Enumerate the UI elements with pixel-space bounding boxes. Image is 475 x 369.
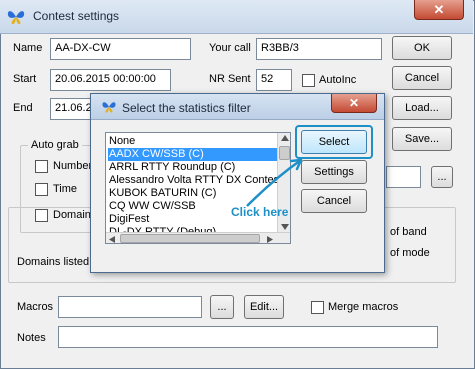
save-button[interactable]: Save... bbox=[392, 127, 452, 151]
autoinc-label: AutoInc bbox=[319, 74, 357, 86]
scroll-down-icon[interactable] bbox=[281, 224, 289, 230]
list-item[interactable]: None bbox=[108, 135, 279, 148]
macros-field[interactable] bbox=[58, 296, 202, 318]
scroll-left-icon[interactable] bbox=[109, 236, 115, 243]
nrsent-field[interactable]: 52 bbox=[256, 69, 292, 91]
dialog-close-button[interactable]: ✕ bbox=[331, 94, 377, 113]
name-label: Name bbox=[13, 42, 43, 54]
load-button[interactable]: Load... bbox=[392, 96, 452, 120]
merge-macros-label: Merge macros bbox=[328, 301, 399, 313]
notes-label: Notes bbox=[17, 332, 46, 344]
macros-label: Macros bbox=[17, 301, 54, 313]
dialog-title: Select the statistics filter bbox=[122, 101, 251, 115]
scroll-up-icon[interactable] bbox=[281, 135, 289, 141]
filter-field[interactable] bbox=[386, 166, 421, 188]
window-close-button[interactable]: ✕ bbox=[414, 0, 464, 20]
close-icon: ✕ bbox=[433, 2, 445, 17]
close-icon: ✕ bbox=[348, 96, 360, 110]
browse-button[interactable]: ... bbox=[431, 166, 453, 188]
of-band-label: of band bbox=[390, 226, 427, 238]
start-label: Start bbox=[13, 73, 37, 85]
yourcall-field[interactable]: R3BB/3 bbox=[256, 38, 382, 60]
scroll-right-icon[interactable] bbox=[267, 236, 273, 243]
autograb-title: Auto grab bbox=[28, 139, 82, 151]
end-label: End bbox=[13, 102, 33, 114]
butterfly-icon bbox=[7, 11, 25, 24]
click-here-annotation: Click here bbox=[231, 205, 289, 219]
horizontal-scrollbar[interactable] bbox=[106, 232, 290, 243]
yourcall-label: Your call bbox=[209, 42, 251, 54]
autoinc-checkbox[interactable] bbox=[302, 74, 315, 87]
hscroll-thumb[interactable] bbox=[120, 234, 260, 243]
number-label: Number bbox=[53, 160, 93, 172]
macros-browse-button[interactable]: ... bbox=[210, 295, 234, 319]
nrsent-label: NR Sent bbox=[209, 73, 251, 85]
number-checkbox[interactable] bbox=[35, 160, 48, 173]
time-checkbox[interactable] bbox=[35, 183, 48, 196]
butterfly-icon bbox=[102, 102, 116, 113]
domains-listed-text: Domains listed i bbox=[17, 256, 95, 268]
ok-button[interactable]: OK bbox=[392, 36, 452, 60]
window-title: Contest settings bbox=[33, 9, 120, 23]
time-label: Time bbox=[53, 183, 78, 195]
name-field[interactable]: AA-DX-CW bbox=[50, 38, 191, 60]
of-mode-label: of mode bbox=[390, 247, 430, 259]
cancel-button[interactable]: Cancel bbox=[392, 66, 452, 90]
edit-button[interactable]: Edit... bbox=[244, 295, 284, 319]
statistics-filter-dialog: Select the statistics filter ✕ None AADX… bbox=[90, 93, 385, 273]
annotation-arrow-icon bbox=[246, 158, 303, 207]
notes-field[interactable] bbox=[58, 326, 438, 348]
merge-macros-checkbox[interactable] bbox=[311, 301, 324, 314]
start-field[interactable]: 20.06.2015 00:00:00 bbox=[50, 69, 171, 91]
